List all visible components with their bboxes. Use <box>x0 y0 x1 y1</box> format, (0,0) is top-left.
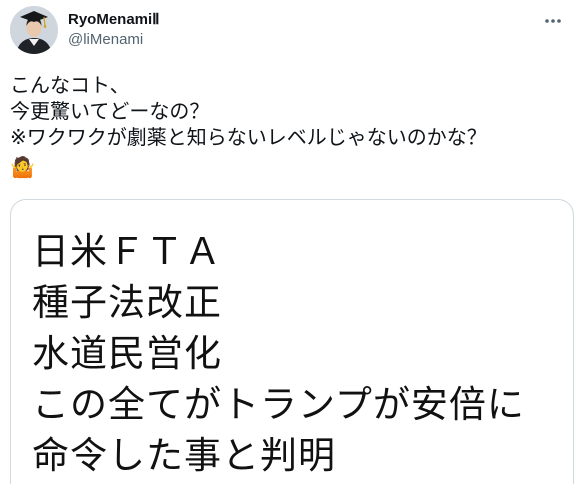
more-options-icon[interactable] <box>540 8 566 34</box>
graduate-avatar-icon <box>10 6 58 54</box>
tweet: RyoMenamiⅡ @liMenami こんなコト、 今更驚いてどーなの？ ※… <box>0 0 580 484</box>
tweet-header: RyoMenamiⅡ @liMenami <box>10 6 570 58</box>
tweet-text-line: 今更驚いてどーなの？ <box>10 99 210 123</box>
shrug-emoji: 🤷 <box>10 155 35 179</box>
image-text-line: この全てがトランプが安倍に <box>32 383 525 426</box>
image-text-line: 種子法改正 <box>32 281 222 324</box>
author-handle[interactable]: @liMenami <box>68 30 160 50</box>
image-text: 日米ＦＴＡ 種子法改正 水道民営化 この全てがトランプが安倍に 命令した事と判明 <box>32 226 525 481</box>
author-display-name[interactable]: RyoMenamiⅡ <box>68 10 160 30</box>
tweet-text-line: ※ワクワクが劇薬と知らないレベルじゃないのかな？ <box>10 125 487 149</box>
author-names: RyoMenamiⅡ @liMenami <box>68 10 160 50</box>
image-text-line: 水道民営化 <box>32 332 222 375</box>
image-text-line: 命令した事と判明 <box>32 434 336 477</box>
tweet-text-line: こんなコト、 <box>10 73 130 97</box>
tweet-text: こんなコト、 今更驚いてどーなの？ ※ワクワクが劇薬と知らないレベルじゃないのか… <box>10 72 570 182</box>
tweet-image[interactable]: 日米ＦＴＡ 種子法改正 水道民営化 この全てがトランプが安倍に 命令した事と判明 <box>10 199 574 484</box>
image-text-line: 日米ＦＴＡ <box>32 230 222 273</box>
avatar[interactable] <box>10 6 58 54</box>
